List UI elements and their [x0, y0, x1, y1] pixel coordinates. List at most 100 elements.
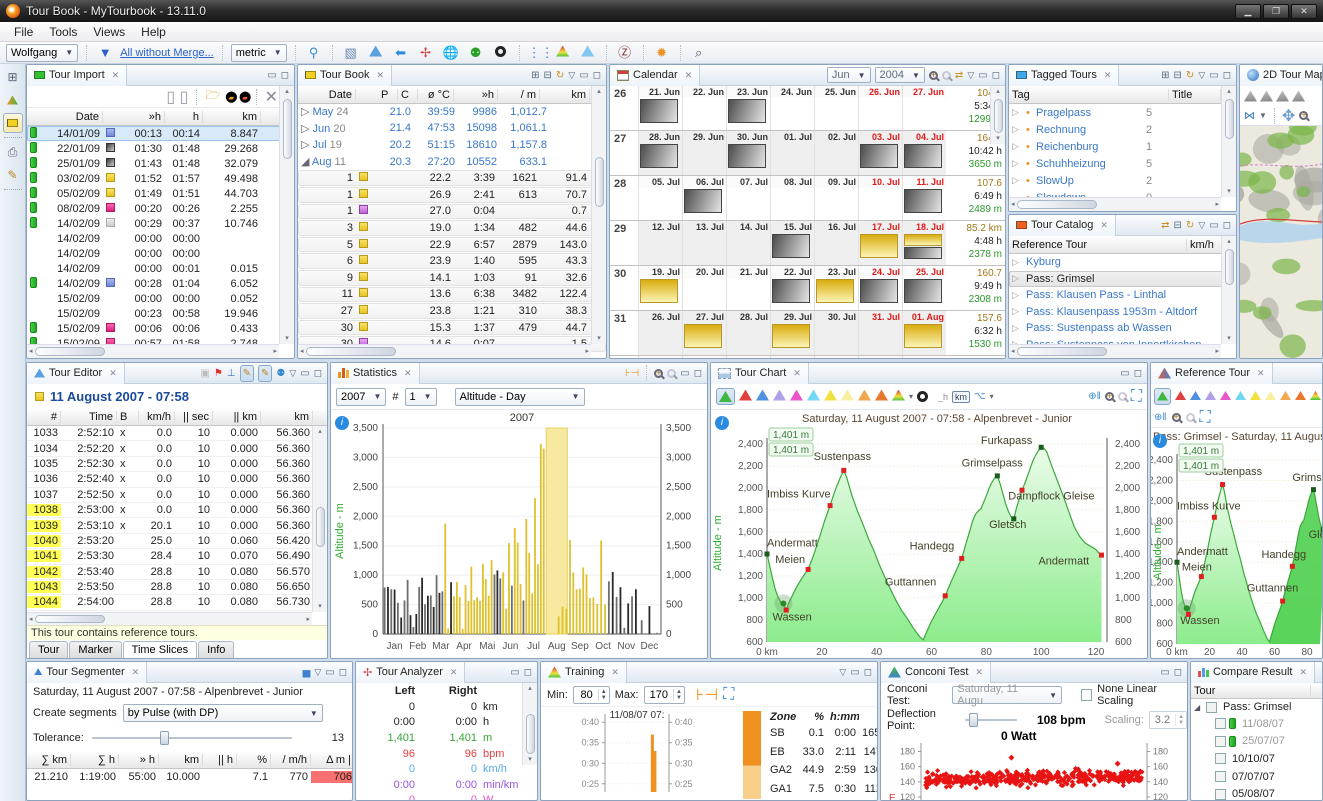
- table-row[interactable]: ▷ May 2421.039:5999861,012.7: [298, 104, 606, 120]
- tour-block[interactable]: [772, 234, 810, 258]
- compare-tour-row[interactable]: 07/07/07: [1191, 768, 1322, 786]
- compare-parent-row[interactable]: ◢Pass: Grimsel: [1191, 699, 1322, 715]
- chart-type-icon[interactable]: [1154, 388, 1171, 405]
- reference-tour-row[interactable]: ▷Kyburg: [1009, 254, 1236, 271]
- maximize-view-icon[interactable]: ◻: [1134, 368, 1142, 379]
- minimize-view-icon[interactable]: ▭: [510, 667, 519, 678]
- tour-chart-icon[interactable]: [366, 44, 386, 62]
- maximize-view-icon[interactable]: ◻: [524, 667, 532, 678]
- table-row[interactable]: 14/02/0900:2801:046.052: [27, 276, 294, 291]
- chart-type-icon[interactable]: [824, 388, 837, 406]
- chart-type-icon[interactable]: [739, 388, 752, 406]
- tour-block[interactable]: [816, 279, 854, 303]
- calendar-day[interactable]: 31. Jul: [858, 311, 902, 355]
- max-spinner[interactable]: 170▲▼: [644, 686, 685, 704]
- tab-conconi-test[interactable]: Conconi Test✕: [881, 662, 991, 683]
- minimize-window-button[interactable]: ▁: [1235, 4, 1261, 19]
- stats-count-combo[interactable]: 1▼: [405, 388, 437, 406]
- receive-device-icon[interactable]: ⬤▰: [225, 90, 234, 103]
- calendar-day[interactable]: 28. Jul: [726, 311, 770, 355]
- expand-all-icon[interactable]: ⊞: [1161, 70, 1169, 81]
- marker-flag-icon[interactable]: ⚑: [214, 368, 223, 379]
- hr-ring-icon[interactable]: [917, 391, 928, 402]
- compare-tour-row[interactable]: 25/07/07: [1191, 733, 1322, 751]
- time-slice-row[interactable]: 10372:52:50x0.0100.00056.360: [27, 488, 327, 503]
- calendar-day[interactable]: 05. Jul: [638, 176, 682, 220]
- map-tour-color-icon[interactable]: [1260, 91, 1273, 102]
- tab-calendar[interactable]: Calendar✕: [610, 65, 700, 86]
- minimize-view-icon[interactable]: ▭: [579, 70, 588, 81]
- tour-block[interactable]: [684, 324, 722, 348]
- expand-all-icon[interactable]: ⊞: [531, 70, 539, 81]
- hr-zone-icon[interactable]: [578, 44, 598, 62]
- chart-type-icon[interactable]: [716, 388, 735, 405]
- maximize-view-icon[interactable]: ◻: [339, 667, 347, 678]
- time-slice-row[interactable]: 10442:54:0028.8100.08056.730: [27, 595, 327, 610]
- minimize-view-icon[interactable]: ▭: [680, 368, 689, 379]
- chart-type-icon[interactable]: [1250, 387, 1261, 405]
- collapse-all-icon[interactable]: ⊟: [544, 70, 552, 81]
- segment-chart-icon[interactable]: ▅: [303, 667, 311, 678]
- calendar-day[interactable]: 12. Jul: [638, 221, 682, 265]
- tab-compare-result[interactable]: Compare Result✕: [1191, 662, 1315, 683]
- time-slice-row[interactable]: 10392:53:10x20.1100.00056.360: [27, 518, 327, 533]
- maximize-view-icon[interactable]: ◻: [1223, 220, 1231, 231]
- heartrate-device-icon[interactable]: Ⓩ: [615, 44, 635, 62]
- tab-tour-segmenter[interactable]: ⛰Tour Segmenter✕: [27, 662, 147, 683]
- calendar-day[interactable]: 04. Jul: [902, 131, 946, 175]
- chart-type-icon[interactable]: [790, 388, 803, 406]
- calendar-day[interactable]: 16. Jul: [814, 221, 858, 265]
- chart-type-icon[interactable]: [875, 388, 888, 406]
- calendar-day[interactable]: 21. Jun: [638, 86, 682, 130]
- table-row[interactable]: 25/01/0901:4301:4832.079: [27, 156, 294, 171]
- time-slice-row[interactable]: 10402:53:2025.0100.06056.420: [27, 534, 327, 549]
- calendar-day[interactable]: 27. Jul: [682, 311, 726, 355]
- table-row[interactable]: 08/02/0900:2000:262.255: [27, 201, 294, 216]
- menu-file[interactable]: File: [6, 23, 41, 41]
- time-axis-icon[interactable]: _h: [938, 392, 948, 402]
- calendar-day[interactable]: 08. Aug: [902, 356, 946, 358]
- map-tour-color-icon[interactable]: [1244, 91, 1257, 102]
- table-row[interactable]: ▷ Jul 1920.251:15186101,157.8: [298, 137, 606, 153]
- person-icon[interactable]: ⚉: [276, 368, 285, 379]
- calendar-day[interactable]: 10. Jul: [858, 176, 902, 220]
- waypoint-flag-icon[interactable]: ⬅: [391, 44, 411, 62]
- distance-axis-icon[interactable]: km: [952, 391, 970, 403]
- table-row[interactable]: 14/02/0900:0000:00: [27, 231, 294, 246]
- unit-combo[interactable]: metric▼: [231, 44, 287, 62]
- menu-help[interactable]: Help: [133, 23, 174, 41]
- menu-tools[interactable]: Tools: [41, 23, 85, 41]
- table-row[interactable]: 14/02/0900:0000:010.015: [27, 261, 294, 276]
- tour-segmenter-icon[interactable]: ⋮⋮: [528, 44, 548, 62]
- maximize-view-icon[interactable]: ◻: [992, 70, 1000, 81]
- reference-tour-canvas[interactable]: 6008001,0001,2001,4001,6001,8002,0002,20…: [1151, 428, 1322, 658]
- view-menu-icon[interactable]: ▽: [1198, 70, 1205, 81]
- tab-tour-editor[interactable]: Tour Editor✕: [27, 363, 125, 384]
- tour-block[interactable]: [904, 247, 942, 259]
- filter-pin-icon[interactable]: ⚲: [304, 44, 324, 62]
- calendar-day[interactable]: 26. Jul: [638, 311, 682, 355]
- save-tour-icon[interactable]: ▣: [200, 368, 209, 379]
- chart-type-icon[interactable]: [1295, 387, 1306, 405]
- stats-type-combo[interactable]: Altitude - Day▼: [455, 388, 585, 406]
- compare-tour-row[interactable]: 11/08/07: [1191, 715, 1322, 733]
- column-tour[interactable]: Tour: [1191, 685, 1311, 697]
- calendar-day[interactable]: 24. Jul: [858, 266, 902, 310]
- edit-row-icon[interactable]: ✎: [258, 365, 272, 382]
- tab-tour-analyzer[interactable]: ✢Tour Analyzer✕: [356, 662, 465, 683]
- tour-block[interactable]: [772, 279, 810, 303]
- map2d-icon[interactable]: ⚉: [466, 44, 486, 62]
- stats-year-combo[interactable]: 2007▼: [336, 388, 386, 406]
- none-linear-checkbox[interactable]: [1081, 689, 1092, 701]
- sync-zoom-icon[interactable]: ⊕‖: [1088, 391, 1101, 402]
- table-row[interactable]: 127.00:040.7: [298, 204, 606, 220]
- conconi-icon[interactable]: ✹: [652, 44, 672, 62]
- column-tag[interactable]: Tag: [1009, 89, 1169, 101]
- column-reference-tour[interactable]: Reference Tour: [1009, 239, 1187, 251]
- chart-type-icon[interactable]: [1280, 387, 1291, 405]
- time-slice-row[interactable]: 10332:52:10x0.0100.00056.360: [27, 426, 327, 441]
- search-tours-icon[interactable]: ⌕: [689, 44, 709, 62]
- calendar-day[interactable]: 25. Jul: [902, 266, 946, 310]
- chart-type-elevation-icon[interactable]: [892, 388, 905, 406]
- minimize-view-icon[interactable]: ▭: [267, 70, 276, 81]
